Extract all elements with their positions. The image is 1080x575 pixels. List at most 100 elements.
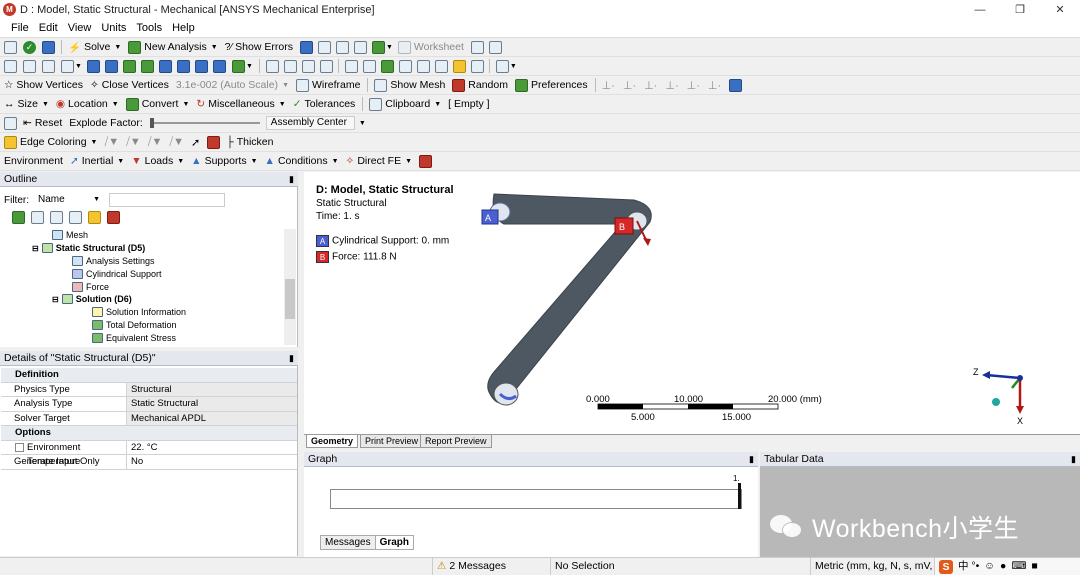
axis-triad[interactable]: Z X	[973, 367, 1024, 426]
solve-button[interactable]: ⚡ Solve ▼	[68, 41, 121, 54]
annotation-3-icon[interactable]: ⊥·	[644, 79, 657, 92]
select-face-icon[interactable]	[86, 59, 100, 73]
zoom-box-icon[interactable]	[344, 59, 358, 73]
section-definition[interactable]: Definition	[1, 368, 297, 383]
refresh-icon[interactable]	[12, 211, 25, 224]
extend-limits-icon[interactable]	[140, 59, 154, 73]
tree-item-solution[interactable]: ⊟ Solution (D6)	[52, 293, 132, 305]
close-vertices-button[interactable]: ✧ Close Vertices	[90, 79, 169, 91]
annotation-6-icon[interactable]: ⊥·	[708, 79, 721, 92]
annotation-1-icon[interactable]: ⊥·	[602, 79, 615, 92]
zoom-icon[interactable]	[301, 59, 315, 73]
timeline-bar[interactable]	[330, 489, 742, 509]
tree-item-mesh[interactable]: Mesh	[52, 229, 88, 241]
skin-icon[interactable]: ■	[1032, 558, 1038, 575]
tree-item-force[interactable]: Force	[72, 281, 109, 293]
image-capture-icon[interactable]	[371, 40, 385, 54]
keyboard-icon[interactable]: ⌨	[1011, 558, 1026, 575]
expand-icon[interactable]	[50, 211, 63, 224]
time-cursor[interactable]	[738, 483, 741, 509]
detail-row[interactable]: Analysis Type Static Structural	[1, 397, 297, 412]
select-edge-icon[interactable]	[42, 59, 55, 73]
extend-tangent-icon[interactable]	[158, 59, 172, 73]
worksheet-toggle-icon[interactable]	[419, 154, 433, 168]
assembly-center-select[interactable]: Assembly Center ▼	[265, 116, 366, 130]
update-icon[interactable]	[42, 40, 55, 54]
reset-button[interactable]: ⇤ Reset	[23, 117, 62, 129]
filter-input[interactable]	[109, 193, 225, 207]
worksheet-button[interactable]: Worksheet	[397, 40, 464, 54]
tab-geometry[interactable]: Geometry	[306, 435, 359, 448]
location-menu[interactable]: ◉ Location ▼	[56, 98, 119, 110]
units-status[interactable]: Metric (mm, kg, N, s, mV, mA)	[810, 558, 932, 575]
inertial-menu[interactable]: ➚ Inertial ▼	[70, 155, 124, 167]
size-menu[interactable]: ↔ Size ▼	[4, 98, 49, 110]
comment-icon[interactable]	[317, 40, 331, 54]
messages-status[interactable]: ⚠ 2 Messages	[432, 558, 548, 575]
expand-all-icon[interactable]	[69, 211, 82, 224]
detail-row[interactable]: Physics Type Structural	[1, 382, 297, 397]
zoom-fit-icon[interactable]	[362, 59, 376, 73]
thicken-button[interactable]: ├ Thicken	[226, 136, 273, 148]
menu-tools[interactable]: Tools	[131, 22, 167, 34]
collapse-env-icon[interactable]	[31, 211, 44, 224]
edge-direction-icon[interactable]	[207, 135, 221, 149]
outline-scrollbar[interactable]	[284, 229, 296, 345]
random-colors-button[interactable]: Random	[452, 78, 508, 92]
tree-item-solution-information[interactable]: Solution Information	[92, 306, 186, 318]
menu-help[interactable]: Help	[167, 22, 200, 34]
magnifier-icon[interactable]	[380, 59, 394, 73]
extend-connected-icon[interactable]	[194, 59, 208, 73]
image-icon[interactable]	[335, 40, 349, 54]
select-pointer-icon[interactable]	[61, 59, 74, 73]
env-temp-checkbox[interactable]	[15, 443, 24, 452]
annotation-2-icon[interactable]: ⊥·	[623, 79, 636, 92]
details-pin-icon[interactable]: ▮	[289, 351, 294, 365]
graphics-viewport[interactable]: D: Model, Static Structural Static Struc…	[304, 172, 1080, 434]
menu-edit[interactable]: Edit	[34, 22, 63, 34]
cube-icon[interactable]	[729, 78, 743, 92]
edge-style-3-icon[interactable]: ⧸▼	[148, 136, 163, 149]
mic-icon[interactable]: ●	[1000, 558, 1006, 575]
maximize-button[interactable]: ❐	[1000, 0, 1040, 19]
model-geometry[interactable]: A B 0.000 10.000 20.000 (mm) 5.000 15.00…	[304, 172, 1080, 434]
tree-icon[interactable]	[299, 40, 313, 54]
extend-adjacent-icon[interactable]	[122, 59, 136, 73]
minimize-button[interactable]: —	[960, 0, 1000, 19]
conditions-menu[interactable]: ▲ Conditions ▼	[265, 155, 339, 167]
menu-view[interactable]: View	[63, 22, 97, 34]
close-button[interactable]: ✕	[1040, 0, 1080, 19]
select-mode-icon[interactable]	[4, 59, 17, 73]
detail-row[interactable]: Solver Target Mechanical APDL	[1, 411, 297, 426]
help-pointer-icon[interactable]	[470, 40, 484, 54]
explode-factor-slider[interactable]	[149, 118, 260, 128]
show-mesh-button[interactable]: Show Mesh	[374, 78, 445, 92]
folder-icon[interactable]	[88, 211, 101, 224]
tab-messages[interactable]: Messages	[320, 535, 376, 550]
iso-view-icon[interactable]	[416, 59, 430, 73]
wireframe-button[interactable]: Wireframe	[296, 78, 360, 92]
clipboard-menu[interactable]: Clipboard ▼	[369, 97, 441, 111]
edge-coloring-menu[interactable]: Edge Coloring ▼	[4, 135, 97, 149]
tab-report-preview[interactable]: Report Preview	[420, 435, 492, 448]
sort-icon[interactable]	[107, 211, 120, 224]
select-mesh-icon[interactable]	[231, 59, 245, 73]
viewport-layout-icon[interactable]	[495, 59, 509, 73]
tree-item-static-structural[interactable]: ⊟ Static Structural (D5)	[32, 242, 145, 254]
emoji-icon[interactable]: ☺	[984, 558, 995, 575]
section-options[interactable]: Options	[1, 426, 297, 441]
menu-file[interactable]: File	[6, 22, 34, 34]
convert-menu[interactable]: Convert ▼	[125, 97, 189, 111]
show-errors-button[interactable]: ?⁄ Show Errors	[225, 41, 293, 53]
tree-item-total-deformation[interactable]: Total Deformation	[92, 319, 177, 331]
edge-style-1-icon[interactable]: ⧸▼	[104, 136, 119, 149]
direct-fe-menu[interactable]: ✧ Direct FE ▼	[346, 155, 413, 167]
graph-pin-icon[interactable]: ▮	[749, 452, 754, 466]
toggle-panel-icon[interactable]	[4, 40, 17, 54]
extend-all-icon[interactable]	[212, 59, 226, 73]
pin-icon[interactable]: ▮	[289, 172, 294, 186]
set-view-icon[interactable]	[434, 59, 448, 73]
tag-icon[interactable]	[488, 40, 502, 54]
tabular-pin-icon[interactable]: ▮	[1071, 452, 1076, 466]
edge-style-4-icon[interactable]: ⧸▼	[169, 136, 184, 149]
